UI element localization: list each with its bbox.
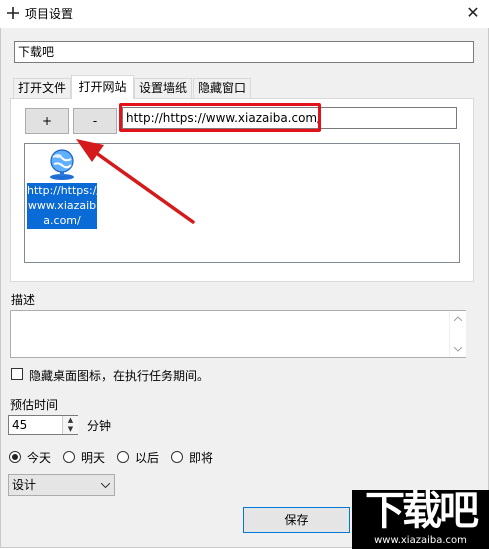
radio-later[interactable] <box>117 451 129 463</box>
description-scrollbar[interactable] <box>449 311 466 357</box>
title-bar <box>0 0 489 28</box>
watermark-logo: 下载吧 www.xiazaiba.com <box>352 488 489 549</box>
watermark-url: www.xiazaiba.com <box>374 535 467 546</box>
radio-soon[interactable] <box>171 451 183 463</box>
spin-up-icon[interactable]: ▲ <box>62 416 78 425</box>
tab-open-website[interactable]: 打开网站 <box>71 75 134 99</box>
hide-icons-label: 隐藏桌面图标，在执行任务期间。 <box>29 369 210 383</box>
save-button[interactable]: 保存 <box>243 507 350 533</box>
radio-soon-label: 即将 <box>189 451 214 465</box>
tab-hide-window[interactable]: 隐藏窗口 <box>193 78 251 98</box>
time-unit-label: 分钟 <box>87 419 112 433</box>
description-textarea[interactable] <box>10 310 466 358</box>
watermark-title: 下载吧 <box>365 488 479 534</box>
close-icon[interactable]: ✕ <box>464 4 482 22</box>
scroll-down-icon[interactable] <box>454 347 462 352</box>
radio-later-label: 以后 <box>135 451 160 465</box>
scroll-up-icon[interactable] <box>454 316 462 321</box>
category-select-value: 设计 <box>12 478 37 492</box>
category-select[interactable]: 设计 <box>8 474 115 496</box>
window-title: 项目设置 <box>25 7 74 21</box>
radio-today[interactable] <box>9 451 21 463</box>
estimated-time-label: 预估时间 <box>10 398 59 412</box>
radio-tomorrow[interactable] <box>63 451 75 463</box>
spin-down-icon[interactable]: ▼ <box>62 425 78 434</box>
plus-icon <box>7 7 19 19</box>
chevron-down-icon <box>101 483 110 488</box>
highlight-box <box>119 103 321 132</box>
annotation-arrow-icon <box>76 139 195 224</box>
hide-icons-checkbox[interactable] <box>11 368 23 380</box>
tab-set-wallpaper[interactable]: 设置墙纸 <box>134 78 192 98</box>
description-label: 描述 <box>11 293 36 307</box>
radio-tomorrow-label: 明天 <box>81 451 106 465</box>
project-name-input[interactable]: 下载吧 <box>14 41 474 63</box>
radio-today-label: 今天 <box>27 451 52 465</box>
tab-open-file[interactable]: 打开文件 <box>13 78 71 98</box>
